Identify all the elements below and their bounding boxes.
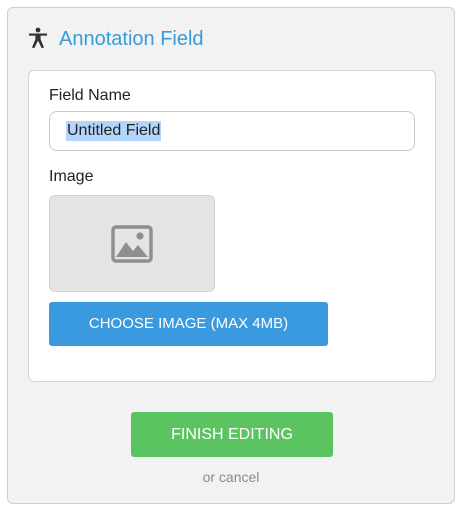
cancel-link[interactable]: or cancel (8, 468, 454, 486)
field-name-input[interactable]: Untitled Field (49, 111, 415, 151)
page-title: Annotation Field (59, 28, 204, 50)
accessibility-person-icon (27, 27, 49, 49)
field-name-value[interactable]: Untitled Field (66, 121, 162, 141)
field-name-label: Field Name (49, 87, 131, 104)
image-label: Image (49, 168, 94, 185)
panel-header: Annotation Field (8, 8, 454, 70)
field-settings-card: Field Name Untitled Field Image CHOOSE I… (28, 70, 436, 382)
finish-editing-button[interactable]: FINISH EDITING (131, 412, 333, 457)
annotation-field-panel: Annotation Field Field Name Untitled Fie… (7, 7, 455, 504)
image-placeholder (49, 195, 215, 292)
image-icon (111, 225, 153, 263)
choose-image-button[interactable]: CHOOSE IMAGE (MAX 4MB) (49, 302, 328, 346)
